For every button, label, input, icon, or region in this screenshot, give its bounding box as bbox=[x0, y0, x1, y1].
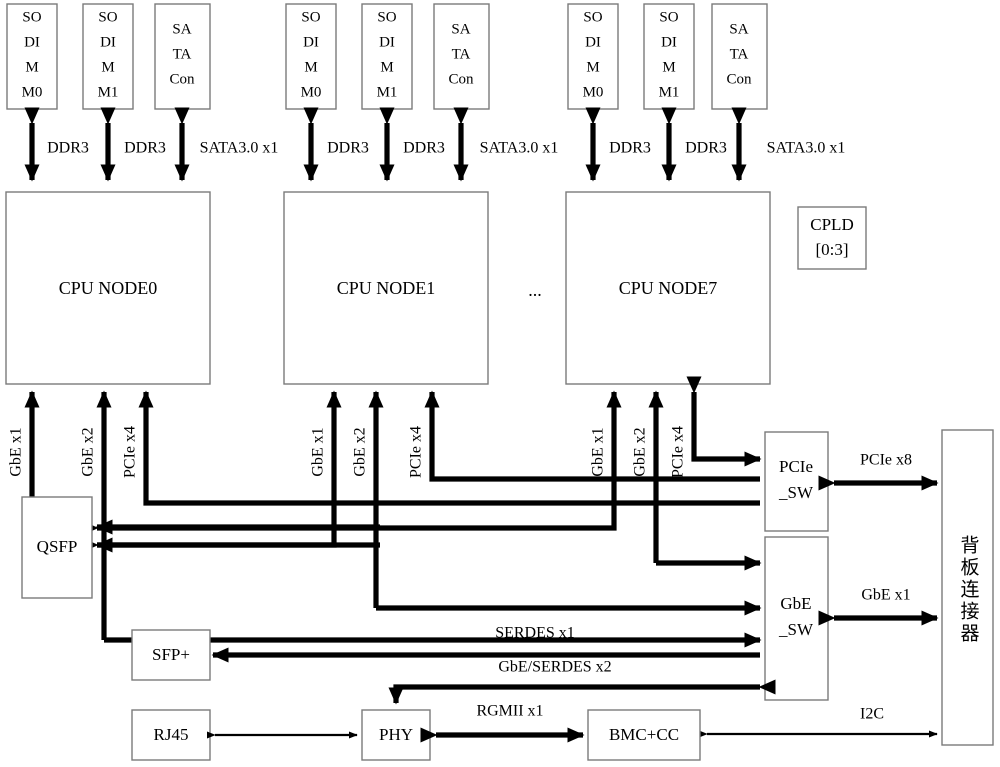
label-node7-pcie-x4: PCIe x4 bbox=[670, 426, 687, 478]
label-pcie-x8: PCIe x8 bbox=[860, 452, 912, 469]
memory-box-node7-sodimm-m0[interactable]: SO DI M M0 bbox=[567, 3, 619, 110]
memory-box-line: DI bbox=[24, 34, 40, 50]
memory-box-line: SO bbox=[583, 9, 602, 25]
memory-box-line: TA bbox=[730, 46, 749, 62]
pcie-sw-line-2: _SW bbox=[778, 483, 814, 502]
label-i2c: I2C bbox=[860, 706, 884, 723]
label-gbe-x1-right: GbE x1 bbox=[861, 587, 910, 604]
memory-box-line: M0 bbox=[22, 84, 43, 100]
wire-node7-pcie-x4 bbox=[686, 376, 762, 467]
memory-box-line: M bbox=[586, 59, 599, 75]
memory-box-line: Con bbox=[448, 71, 474, 87]
memory-box-line: M bbox=[304, 59, 317, 75]
phy-label: PHY bbox=[379, 725, 413, 744]
memory-box-line: SO bbox=[659, 9, 678, 25]
bus-label-sata: SATA3.0 x1 bbox=[200, 140, 279, 157]
memory-box-line: DI bbox=[661, 34, 677, 50]
gbe-sw-box[interactable]: GbE _SW bbox=[764, 536, 829, 701]
memory-box-node0-sodimm-m1[interactable]: SO DI M M1 bbox=[82, 3, 134, 110]
memory-box-line: SA bbox=[451, 21, 470, 37]
qsfp-label: QSFP bbox=[37, 537, 78, 556]
memory-box-node0-sata-con[interactable]: SA TA Con bbox=[154, 3, 211, 110]
phy-box[interactable]: PHY bbox=[361, 709, 431, 761]
memory-box-line: SO bbox=[377, 9, 396, 25]
cpld-line-2: [0:3] bbox=[815, 240, 848, 259]
memory-box-line: M bbox=[662, 59, 675, 75]
rj45-box[interactable]: RJ45 bbox=[131, 709, 211, 761]
rj45-label: RJ45 bbox=[154, 725, 189, 744]
label-node7-gbe-x1: GbE x1 bbox=[590, 427, 607, 476]
label-node1-pcie-x4: PCIe x4 bbox=[408, 426, 425, 478]
sfp-plus-label: SFP+ bbox=[152, 645, 190, 664]
memory-box-line: SO bbox=[22, 9, 41, 25]
memory-box-node1-sodimm-m0[interactable]: SO DI M M0 bbox=[285, 3, 337, 110]
node-ellipsis: ... bbox=[528, 280, 542, 300]
memory-box-line: Con bbox=[726, 71, 752, 87]
memory-box-line: M1 bbox=[659, 84, 680, 100]
memory-box-line: SO bbox=[301, 9, 320, 25]
memory-box-node1-sata-con[interactable]: SA TA Con bbox=[433, 3, 490, 110]
label-node1-gbe-x1: GbE x1 bbox=[310, 427, 327, 476]
wire-node0-pcie-x4 bbox=[138, 390, 760, 506]
label-node7-gbe-x2: GbE x2 bbox=[632, 427, 649, 476]
qsfp-box[interactable]: QSFP bbox=[21, 496, 93, 599]
cpld-box[interactable]: CPLD [0:3] bbox=[797, 206, 867, 270]
memory-box-node7-sata-con[interactable]: SA TA Con bbox=[711, 3, 768, 110]
pcie-sw-line-1: PCIe bbox=[779, 457, 813, 476]
gbe-sw-line-2: _SW bbox=[778, 620, 814, 639]
memory-box-node7-sodimm-m1[interactable]: SO DI M M1 bbox=[643, 3, 695, 110]
label-gbe-serdes-x2: GbE/SERDES x2 bbox=[498, 659, 611, 676]
label-rgmii-x1: RGMII x1 bbox=[476, 703, 543, 720]
memory-box-line: SA bbox=[172, 21, 191, 37]
block-diagram-canvas: SO DI M M0 SO DI M M1 SA TA Con SO DI M … bbox=[0, 0, 1000, 767]
pcie-sw-box[interactable]: PCIe _SW bbox=[764, 431, 829, 532]
memory-box-line: SA bbox=[729, 21, 748, 37]
backplane-connector-box[interactable]: 背板连接器 bbox=[941, 429, 994, 746]
cpu-node-7[interactable]: CPU NODE7 bbox=[565, 191, 771, 385]
bus-label-ddr3: DDR3 bbox=[124, 140, 166, 157]
backplane-connector-label: 背板连接器 bbox=[958, 535, 980, 645]
memory-box-line: TA bbox=[452, 46, 471, 62]
memory-box-line: DI bbox=[100, 34, 116, 50]
label-serdes-x1: SERDES x1 bbox=[495, 625, 575, 642]
label-node1-gbe-x2: GbE x2 bbox=[352, 427, 369, 476]
cpu-node-0[interactable]: CPU NODE0 bbox=[5, 191, 211, 385]
memory-box-line: M bbox=[101, 59, 114, 75]
bus-label-ddr3: DDR3 bbox=[327, 140, 369, 157]
memory-box-line: SO bbox=[98, 9, 117, 25]
sfp-plus-box[interactable]: SFP+ bbox=[131, 629, 211, 681]
memory-box-line: Con bbox=[169, 71, 195, 87]
memory-box-line: M bbox=[25, 59, 38, 75]
bus-label-ddr3: DDR3 bbox=[403, 140, 445, 157]
bmc-cc-box[interactable]: BMC+CC bbox=[587, 709, 701, 761]
memory-box-line: M0 bbox=[301, 84, 322, 100]
label-node0-gbe-x2: GbE x2 bbox=[80, 427, 97, 476]
bus-label-ddr3: DDR3 bbox=[47, 140, 89, 157]
memory-box-line: DI bbox=[585, 34, 601, 50]
memory-box-node0-sodimm-m0[interactable]: SO DI M M0 bbox=[6, 3, 58, 110]
memory-box-line: M0 bbox=[583, 84, 604, 100]
label-node0-pcie-x4: PCIe x4 bbox=[122, 426, 139, 478]
memory-box-line: DI bbox=[303, 34, 319, 50]
system-block-diagram: SO DI M M0 SO DI M M1 SA TA Con SO DI M … bbox=[5, 3, 994, 761]
memory-box-node1-sodimm-m1[interactable]: SO DI M M1 bbox=[361, 3, 413, 110]
bus-label-ddr3: DDR3 bbox=[609, 140, 651, 157]
memory-box-line: M1 bbox=[377, 84, 398, 100]
wire-gbe-serdes-x2 bbox=[388, 679, 776, 705]
label-node0-gbe-x1: GbE x1 bbox=[8, 427, 25, 476]
cpld-line-1: CPLD bbox=[810, 215, 853, 234]
cpu-node-label: CPU NODE1 bbox=[337, 278, 436, 298]
memory-box-line: DI bbox=[379, 34, 395, 50]
memory-box-line: TA bbox=[173, 46, 192, 62]
cpu-node-1[interactable]: CPU NODE1 bbox=[283, 191, 489, 385]
cpu-node-label: CPU NODE7 bbox=[619, 278, 718, 298]
memory-box-line: M1 bbox=[98, 84, 119, 100]
memory-box-line: M bbox=[380, 59, 393, 75]
bus-label-sata: SATA3.0 x1 bbox=[480, 140, 559, 157]
bmc-cc-label: BMC+CC bbox=[609, 725, 679, 744]
bus-label-ddr3: DDR3 bbox=[685, 140, 727, 157]
cpu-node-label: CPU NODE0 bbox=[59, 278, 158, 298]
bus-label-sata: SATA3.0 x1 bbox=[767, 140, 846, 157]
gbe-sw-line-1: GbE bbox=[780, 594, 811, 613]
